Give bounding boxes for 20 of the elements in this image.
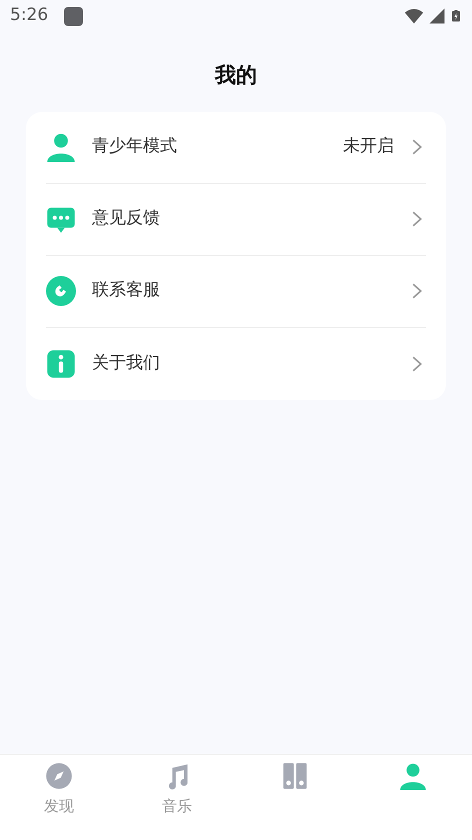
menu-item[interactable]: 关于我们 [46,328,426,400]
menu-value: 未开启 [343,135,394,158]
compass-icon [45,761,73,791]
menu-label: 意见反馈 [92,207,161,230]
menu-item[interactable]: 联系客服 [46,256,426,328]
menu-item[interactable]: 意见反馈 [46,184,426,256]
person-icon [399,761,427,791]
wifi-icon [404,6,424,26]
phone-icon [46,276,76,306]
menu-label: 关于我们 [92,352,161,375]
signal-icon [428,7,446,25]
person-icon [46,132,76,162]
menu-label: 联系客服 [92,279,161,302]
menu-label: 青少年模式 [92,135,178,158]
menu-item[interactable]: 青少年模式 未开启 [46,112,426,184]
page-title: 我的 [214,62,258,89]
info-icon [46,348,76,378]
books-icon [281,761,309,791]
notification-icon [64,6,84,26]
status-time: 5:26 [10,4,48,28]
